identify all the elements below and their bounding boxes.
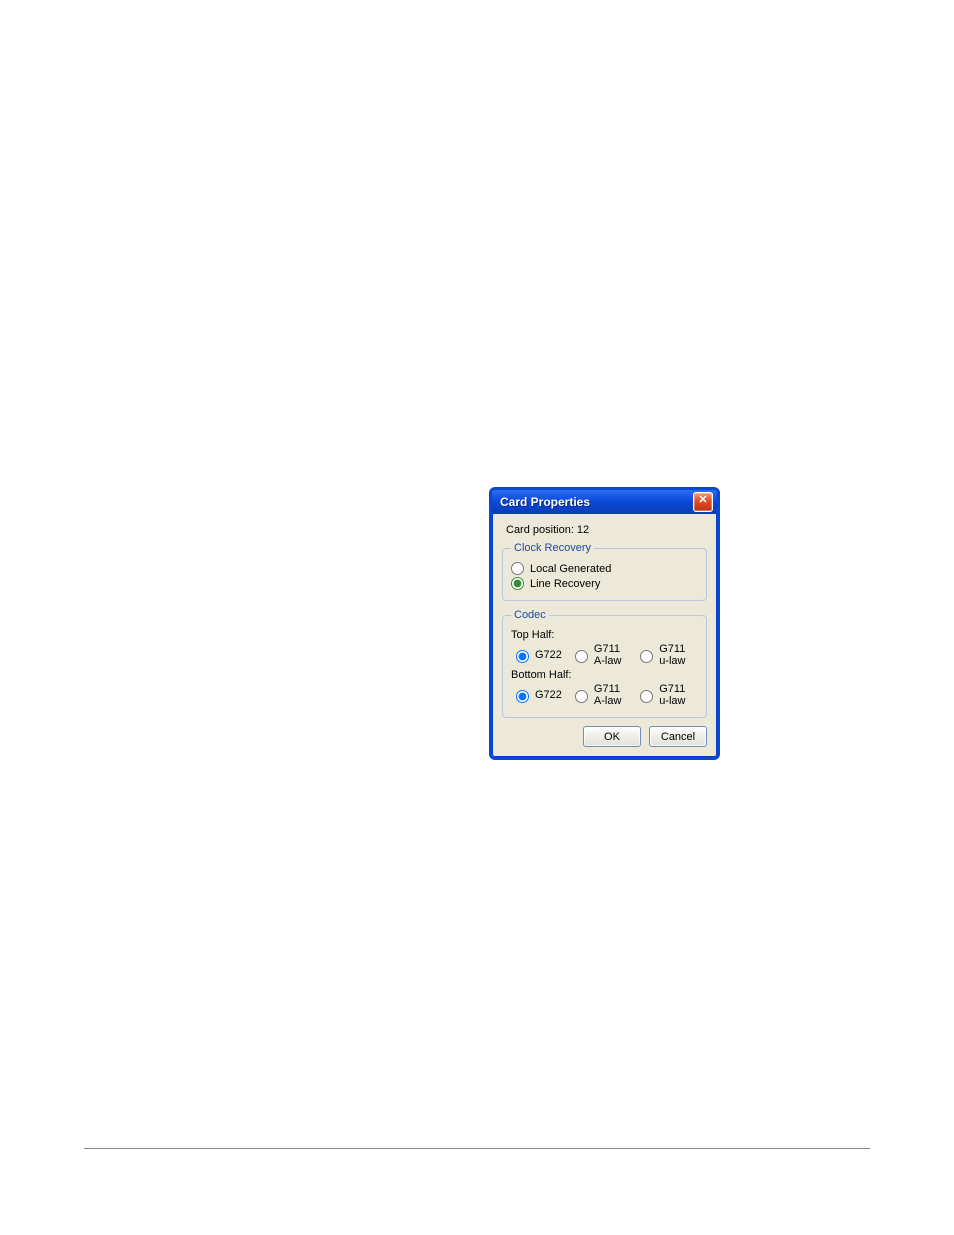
clock-recovery-legend: Clock Recovery [511,542,594,554]
radio-top-g722-label: G722 [535,649,562,661]
radio-bottom-g711u-label: G711 u-law [659,683,692,707]
card-position-label: Card position: 12 [506,524,705,536]
dialog-title: Card Properties [500,495,590,509]
page-divider [84,1148,870,1149]
radio-top-g711a-label: G711 A-law [594,643,627,667]
ok-button[interactable]: OK [583,726,641,747]
dialog-body: Card position: 12 Clock Recovery Local G… [492,514,717,757]
codec-group: Codec Top Half: G722 G711 A-law G711 u-l… [502,609,707,718]
cancel-button[interactable]: Cancel [649,726,707,747]
radio-local-generated[interactable] [511,562,524,575]
card-properties-dialog: Card Properties ✕ Card position: 12 Cloc… [489,487,720,760]
codec-bottom-row: G722 G711 A-law G711 u-law [511,683,698,707]
codec-legend: Codec [511,609,549,621]
titlebar[interactable]: Card Properties ✕ [492,490,717,514]
radio-top-g711a[interactable] [575,650,588,663]
radio-bottom-g711a-label: G711 A-law [594,683,627,707]
button-row: OK Cancel [502,726,707,747]
radio-top-g711u-label: G711 u-law [659,643,692,667]
codec-top-label: Top Half: [511,629,698,641]
radio-top-g711u[interactable] [640,650,653,663]
radio-bottom-g711u[interactable] [640,690,653,703]
radio-bottom-g711a[interactable] [575,690,588,703]
radio-bottom-g722[interactable] [516,690,529,703]
radio-local-generated-label: Local Generated [530,563,611,575]
close-icon: ✕ [698,494,707,506]
clock-recovery-group: Clock Recovery Local Generated Line Reco… [502,542,707,601]
codec-bottom-label: Bottom Half: [511,669,698,681]
close-button[interactable]: ✕ [693,492,713,512]
radio-line-recovery-label: Line Recovery [530,578,600,590]
radio-top-g722[interactable] [516,650,529,663]
codec-top-row: G722 G711 A-law G711 u-law [511,643,698,667]
radio-line-recovery[interactable] [511,577,524,590]
radio-bottom-g722-label: G722 [535,689,562,701]
